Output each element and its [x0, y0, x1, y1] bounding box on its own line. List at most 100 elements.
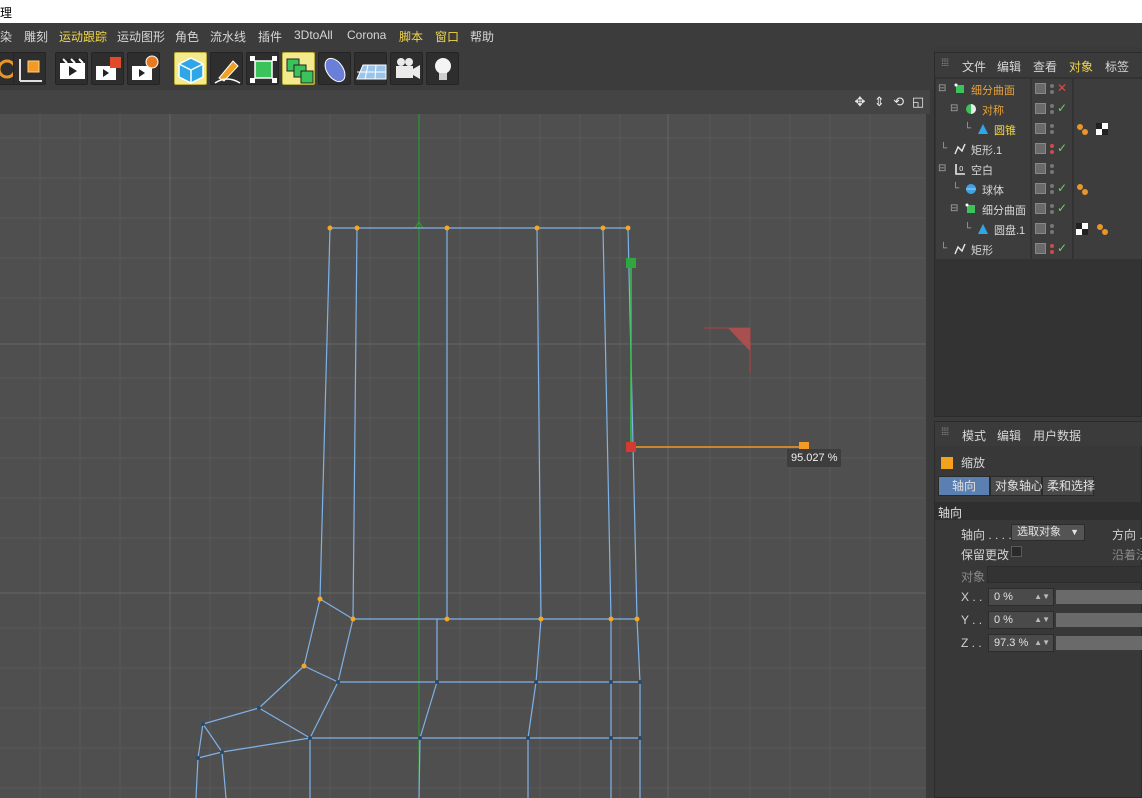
axis-label: 轴向 . . . .: [961, 528, 1012, 542]
scale-percent-label: 95.027 %: [787, 449, 842, 467]
null-icon: 0: [955, 164, 965, 175]
menu-item[interactable]: 流水线: [210, 28, 246, 45]
cinema4d-window: 理 染 雕刻 运动跟踪 运动图形 角色 流水线 插件 3DtoAll Coron…: [0, 0, 1142, 798]
light-icon[interactable]: [426, 52, 459, 85]
viewport-canvas[interactable]: 95.027 %: [0, 114, 926, 798]
tab-object-axis[interactable]: 对象轴心: [990, 476, 1043, 496]
object-row[interactable]: ⊟ 细分曲面 ✓: [936, 199, 1142, 219]
right-panels: ⁞⁞⁞⁞ 文件 编辑 查看 对象 标签 ⊟ 细分曲面 ✕ ⊟ 对称 ✓ └ 圆锥…: [934, 47, 1142, 798]
object-row[interactable]: └ 矩形.1 ✓: [936, 139, 1142, 159]
om-menu-edit[interactable]: 编辑: [997, 58, 1021, 75]
object-row[interactable]: └ 球体 ✓: [936, 179, 1142, 199]
move-view-icon[interactable]: ✥: [852, 94, 868, 110]
plane-handle: [704, 327, 751, 373]
attribute-manager-menubar: ⁞⁞⁞⁞ 模式 编辑 用户数据: [935, 422, 1142, 446]
object-row[interactable]: ⊟ 对称 ✓: [936, 99, 1142, 119]
object-row[interactable]: ⊟ 细分曲面 ✕: [936, 79, 1142, 99]
viewport-border: [926, 114, 930, 798]
om-menu-file[interactable]: 文件: [962, 58, 986, 75]
keep-changes-checkbox[interactable]: [1011, 546, 1022, 557]
coordinate-system-icon[interactable]: [13, 52, 46, 85]
rotate-view-icon[interactable]: ⟲: [891, 94, 907, 110]
phong-tag-icon[interactable]: [1096, 223, 1108, 235]
object-row[interactable]: └ 圆锥: [936, 119, 1142, 139]
along-normal-label: 沿着法: [1112, 548, 1142, 562]
tab-soft-selection[interactable]: 柔和选择: [1042, 476, 1095, 496]
y-label: Y . .: [961, 613, 983, 627]
grip-icon[interactable]: ⁞⁞⁞⁞: [941, 427, 949, 438]
menu-item[interactable]: 3DtoAll: [294, 28, 333, 42]
zoom-view-icon[interactable]: ⇕: [871, 94, 887, 110]
render-region-icon[interactable]: [55, 52, 88, 85]
axis-dropdown[interactable]: 选取对象 ▼: [1011, 524, 1085, 541]
object-manager: ⁞⁞⁞⁞ 文件 编辑 查看 对象 标签 ⊟ 细分曲面 ✕ ⊟ 对称 ✓ └ 圆锥…: [934, 52, 1142, 417]
spline-icon: [954, 143, 966, 155]
object-manager-menubar: ⁞⁞⁞⁞ 文件 编辑 查看 对象 标签: [935, 53, 1142, 77]
viewport[interactable]: ✥ ⇕ ⟲ ◱ 95.027 %: [0, 90, 930, 798]
array-icon[interactable]: [282, 52, 315, 85]
render-to-picture-viewer-icon[interactable]: [91, 52, 124, 85]
tab-axis[interactable]: 轴向: [938, 476, 990, 496]
scale-gizmo: [626, 258, 809, 452]
om-menu-object[interactable]: 对象: [1069, 58, 1093, 75]
disc-icon: [978, 224, 988, 234]
x-label: X . .: [961, 590, 983, 604]
menu-item[interactable]: 雕刻: [24, 28, 48, 45]
y-slider[interactable]: [1056, 613, 1142, 627]
texture-tag-icon[interactable]: [1096, 123, 1108, 135]
object-row[interactable]: └ 矩形 ✓: [936, 239, 1142, 259]
render-settings-icon[interactable]: [127, 52, 160, 85]
object-row[interactable]: └ 圆盘.1: [936, 219, 1142, 239]
floor-icon[interactable]: [354, 52, 387, 85]
scale-tool-icon: [941, 457, 953, 469]
symmetry-icon: [966, 104, 976, 114]
object-link-field[interactable]: [987, 566, 1142, 583]
svg-text:0: 0: [959, 165, 963, 173]
phong-tag-icon[interactable]: [1076, 183, 1088, 195]
y-value-field[interactable]: 0 % ▲▼: [988, 611, 1054, 629]
maximize-view-icon[interactable]: ◱: [910, 94, 926, 110]
z-slider[interactable]: [1056, 636, 1142, 650]
am-menu-edit[interactable]: 编辑: [997, 427, 1021, 444]
texture-tag-icon[interactable]: [1076, 223, 1088, 235]
grip-icon[interactable]: ⁞⁞⁞⁞: [941, 58, 949, 69]
section-header[interactable]: 轴向: [935, 502, 1142, 520]
om-menu-view[interactable]: 查看: [1033, 58, 1057, 75]
subdivision-icon[interactable]: [246, 52, 279, 85]
menu-item[interactable]: 脚本: [399, 28, 423, 45]
window-title: 理: [0, 6, 13, 20]
x-value-field[interactable]: 0 % ▲▼: [988, 588, 1054, 606]
menu-item[interactable]: 运动跟踪: [59, 28, 107, 45]
cone-icon: [978, 124, 988, 134]
object-row[interactable]: ⊟ 0 空白: [936, 159, 1142, 179]
menu-item[interactable]: 染: [0, 28, 12, 45]
menu-item[interactable]: 帮助: [470, 28, 494, 45]
object-tree: ⊟ 细分曲面 ✕ ⊟ 对称 ✓ └ 圆锥 └ 矩形.1 ✓ ⊟ 0 空白 └ 球…: [936, 79, 1142, 259]
viewport-nav: ✥ ⇕ ⟲ ◱: [852, 94, 926, 110]
menu-bar: 染 雕刻 运动跟踪 运动图形 角色 流水线 插件 3DtoAll Corona …: [0, 23, 1142, 47]
z-value-field[interactable]: 97.3 % ▲▼: [988, 634, 1054, 652]
menu-item[interactable]: 插件: [258, 28, 282, 45]
menu-item[interactable]: 角色: [175, 28, 199, 45]
deformer-icon[interactable]: [318, 52, 351, 85]
z-label: Z . .: [961, 636, 982, 650]
om-menu-tags[interactable]: 标签: [1105, 58, 1129, 75]
direction-label: 方向 .: [1112, 528, 1142, 542]
menu-item[interactable]: Corona: [347, 28, 386, 42]
camera-icon[interactable]: [390, 52, 423, 85]
title-bar: 理: [0, 0, 1142, 23]
keep-changes-label: 保留更改: [961, 548, 1010, 562]
spline-icon: [954, 243, 966, 255]
subdivision-surface-icon: [954, 83, 964, 93]
menu-item[interactable]: 运动图形: [117, 28, 165, 45]
am-menu-mode[interactable]: 模式: [962, 427, 986, 444]
pen-icon[interactable]: [210, 52, 243, 85]
sphere-icon: [966, 184, 976, 194]
am-menu-userdata[interactable]: 用户数据: [1033, 427, 1081, 444]
phong-tag-icon[interactable]: [1076, 123, 1088, 135]
x-slider[interactable]: [1056, 590, 1142, 604]
viewport-header: ✥ ⇕ ⟲ ◱: [0, 90, 930, 114]
cube-icon[interactable]: [174, 52, 207, 85]
object-label: 对象: [961, 570, 986, 584]
menu-item[interactable]: 窗口: [435, 28, 459, 45]
